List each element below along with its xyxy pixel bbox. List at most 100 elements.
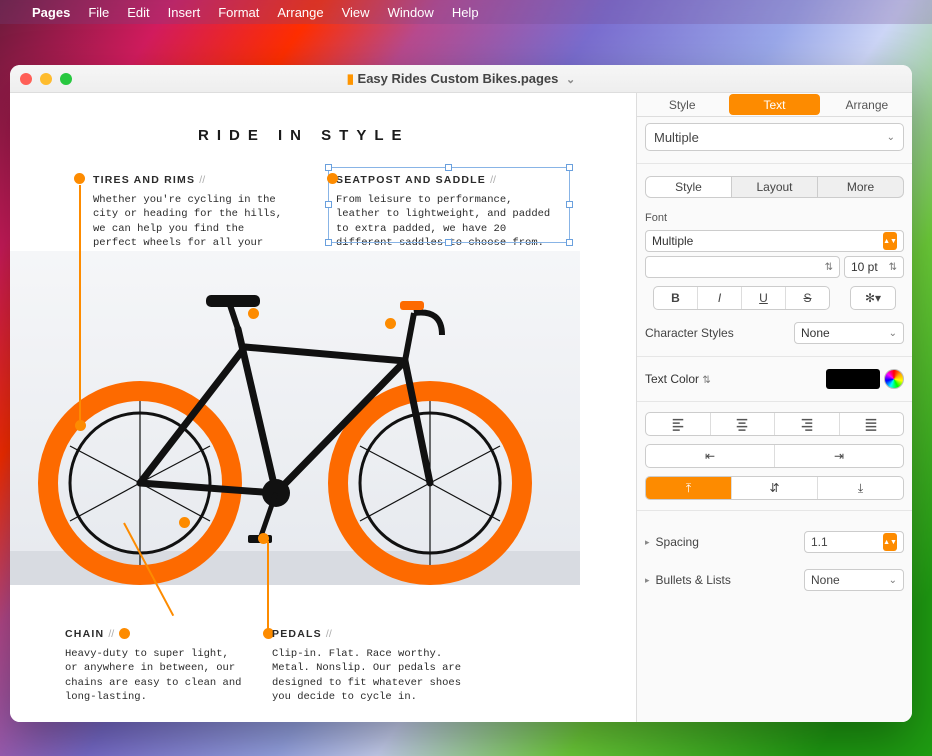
menu-view[interactable]: View	[342, 5, 370, 20]
strikethrough-button[interactable]: S	[786, 287, 829, 309]
subtab-more[interactable]: More	[818, 177, 903, 197]
chevron-down-icon: ⌄	[889, 575, 897, 586]
resize-handle[interactable]	[445, 239, 452, 246]
align-justify-button[interactable]	[840, 413, 904, 435]
tab-text[interactable]: Text	[729, 94, 819, 115]
resize-handle[interactable]	[325, 201, 332, 208]
indent-button[interactable]: ⇥	[775, 445, 903, 467]
chevron-down-icon: ⌄	[889, 328, 897, 339]
paragraph-style-value: Multiple	[654, 130, 699, 145]
align-right-button[interactable]	[775, 413, 840, 435]
selection-box[interactable]	[328, 167, 570, 243]
leader-dot	[179, 517, 190, 528]
callout-body: Clip-in. Flat. Race worthy. Metal. Nonsl…	[272, 647, 472, 704]
valign-top-icon: ⤒	[686, 481, 691, 496]
disclosure-triangle-icon: ▸	[645, 575, 650, 586]
callout-heading: PEDALS	[272, 628, 322, 640]
minimize-window-button[interactable]	[40, 73, 52, 85]
menubar: Pages File Edit Insert Format Arrange Vi…	[0, 0, 932, 24]
text-color-label: Text Color ⇅	[645, 372, 711, 386]
resize-handle[interactable]	[445, 164, 452, 171]
typeface-dropdown[interactable]: ⇅	[645, 256, 840, 278]
horizontal-align-group	[645, 412, 904, 436]
format-inspector: Style Text Arrange Multiple ⌄ Style Layo…	[637, 93, 912, 722]
subtab-layout[interactable]: Layout	[732, 177, 818, 197]
chevron-updown-icon: ⇅	[702, 375, 710, 386]
close-window-button[interactable]	[20, 73, 32, 85]
leader-line	[267, 541, 269, 631]
valign-middle-button[interactable]: ⇵	[732, 477, 818, 499]
title-menu-chevron-icon[interactable]: ⌄	[566, 74, 575, 86]
italic-button[interactable]: I	[698, 287, 742, 309]
document-title: Easy Rides Custom Bikes.pages	[358, 71, 559, 86]
chevron-updown-icon: ⇅	[825, 262, 833, 273]
paragraph-style-dropdown[interactable]: Multiple ⌄	[645, 123, 904, 151]
page-title[interactable]: RIDE IN STYLE	[198, 127, 410, 144]
line-spacing-dropdown[interactable]: 1.1 ▲▼	[804, 531, 904, 553]
font-family-dropdown[interactable]: Multiple ▲▼	[645, 230, 904, 252]
callout-heading: TIRES AND RIMS	[93, 174, 195, 186]
document-canvas[interactable]: RIDE IN STYLE TIRES AND RIMS // Whether …	[10, 93, 637, 722]
font-size-field[interactable]: 10 pt⇅	[844, 256, 904, 278]
advanced-font-button[interactable]: ✻▾	[851, 287, 895, 309]
align-left-button[interactable]	[646, 413, 711, 435]
align-center-button[interactable]	[711, 413, 776, 435]
menu-window[interactable]: Window	[388, 5, 434, 20]
menu-help[interactable]: Help	[452, 5, 479, 20]
callout-heading: CHAIN	[65, 628, 104, 640]
zoom-window-button[interactable]	[60, 73, 72, 85]
leader-dot	[385, 318, 396, 329]
menu-format[interactable]: Format	[218, 5, 259, 20]
resize-handle[interactable]	[566, 164, 573, 171]
bullets-dropdown[interactable]: None⌄	[804, 569, 904, 591]
bullets-disclosure[interactable]: ▸ Bullets & Lists None⌄	[645, 569, 904, 591]
callout-body: Heavy-duty to super light, or anywhere i…	[65, 647, 245, 704]
app-menu[interactable]: Pages	[32, 5, 70, 20]
vertical-align-group: ⤒ ⇵ ⤓	[645, 476, 904, 500]
font-section-label: Font	[645, 212, 904, 224]
valign-top-button[interactable]: ⤒	[646, 477, 732, 499]
text-color-swatch[interactable]	[826, 369, 880, 389]
app-window: ▮ Easy Rides Custom Bikes.pages ⌄ RIDE I…	[10, 65, 912, 722]
gear-icon: ✻▾	[865, 291, 881, 305]
bold-button[interactable]: B	[654, 287, 698, 309]
menu-file[interactable]: File	[88, 5, 109, 20]
spacing-disclosure[interactable]: ▸ Spacing 1.1 ▲▼	[645, 531, 904, 553]
resize-handle[interactable]	[325, 164, 332, 171]
stepper-arrows-icon: ▲▼	[883, 232, 897, 250]
callout-pedals[interactable]: PEDALS // Clip-in. Flat. Race worthy. Me…	[272, 627, 472, 704]
indent-icon: ⇥	[834, 449, 844, 463]
callout-chain[interactable]: CHAIN // Heavy-duty to super light, or a…	[65, 627, 245, 704]
menu-edit[interactable]: Edit	[127, 5, 149, 20]
resize-handle[interactable]	[566, 201, 573, 208]
leader-dot	[248, 308, 259, 319]
outdent-button[interactable]: ⇤	[646, 445, 775, 467]
disclosure-triangle-icon: ▸	[645, 537, 650, 548]
character-styles-dropdown[interactable]: None⌄	[794, 322, 904, 344]
bicycle-photo[interactable]	[10, 251, 580, 585]
leader-dot	[75, 420, 86, 431]
color-picker-button[interactable]	[884, 369, 904, 389]
document-icon: ▮	[347, 71, 354, 86]
text-subtabs: Style Layout More	[645, 176, 904, 198]
stepper-arrows-icon: ▲▼	[883, 533, 897, 551]
valign-bottom-icon: ⤓	[858, 481, 863, 496]
menu-arrange[interactable]: Arrange	[277, 5, 323, 20]
tab-style[interactable]: Style	[637, 93, 727, 116]
stepper-icon: ⇅	[889, 262, 897, 273]
character-styles-label: Character Styles	[645, 326, 734, 340]
underline-button[interactable]: U	[742, 287, 786, 309]
tab-arrange[interactable]: Arrange	[822, 93, 912, 116]
valign-bottom-button[interactable]: ⤓	[818, 477, 903, 499]
resize-handle[interactable]	[325, 239, 332, 246]
leader-dot	[74, 173, 85, 184]
menu-insert[interactable]: Insert	[168, 5, 201, 20]
leader-dot	[327, 173, 338, 184]
chevron-down-icon: ⌄	[887, 132, 895, 143]
leader-line	[79, 185, 81, 420]
outdent-icon: ⇤	[705, 449, 715, 463]
titlebar[interactable]: ▮ Easy Rides Custom Bikes.pages ⌄	[10, 65, 912, 93]
resize-handle[interactable]	[566, 239, 573, 246]
subtab-style[interactable]: Style	[646, 177, 732, 197]
valign-middle-icon: ⇵	[769, 481, 779, 495]
